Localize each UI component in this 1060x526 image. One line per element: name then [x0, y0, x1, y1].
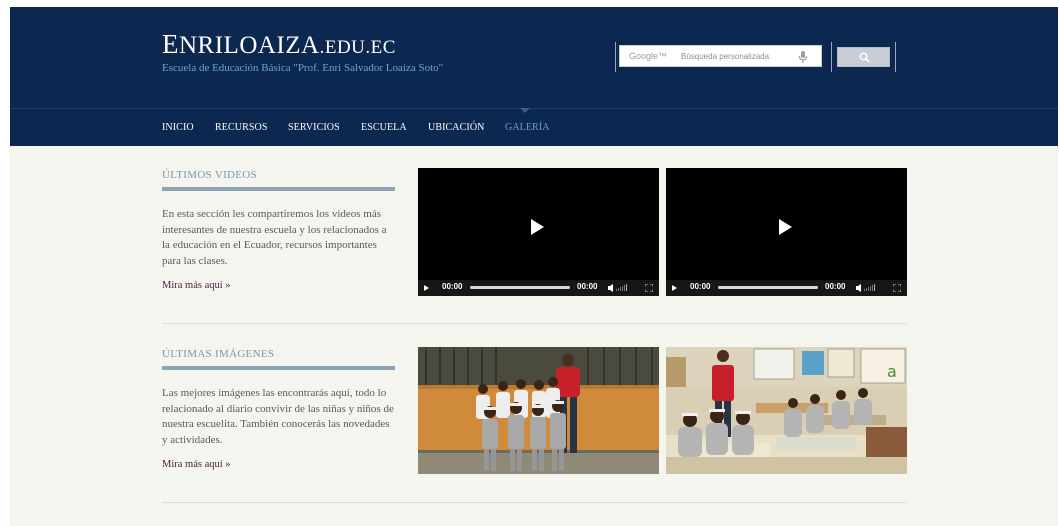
- nav-item-recursos[interactable]: RECURSOS: [215, 122, 268, 133]
- main-nav: INICIO RECURSOS SERVICIOS ESCUELA UBICAC…: [10, 108, 1058, 146]
- search-input[interactable]: [681, 49, 791, 63]
- nav-item-ubicacion[interactable]: UBICACIÓN: [428, 122, 484, 133]
- title-suffix: .EDU.EC: [319, 37, 396, 58]
- page: ENRILOAIZA.EDU.EC Escuela de Educación B…: [10, 7, 1058, 526]
- nav-item-galeria[interactable]: GALERÍA: [505, 122, 550, 133]
- gallery-image-classroom[interactable]: a: [666, 347, 907, 474]
- video-controls: 00:00 00:00: [666, 280, 907, 296]
- videos-section-rule: [162, 187, 395, 191]
- nav-item-inicio[interactable]: INICIO: [162, 122, 194, 133]
- search-field[interactable]: Google™: [619, 45, 822, 67]
- current-time: 00:00: [690, 282, 711, 291]
- play-icon[interactable]: [531, 219, 544, 235]
- progress-track[interactable]: [470, 286, 570, 289]
- video-player[interactable]: 00:00 00:00: [418, 168, 659, 296]
- progress-track[interactable]: [718, 286, 818, 289]
- site-logo-title[interactable]: ENRILOAIZA.EDU.EC: [162, 29, 396, 60]
- images-section-rule: [162, 366, 395, 370]
- nav-item-escuela[interactable]: ESCUELA: [361, 122, 407, 133]
- site-header: ENRILOAIZA.EDU.EC Escuela de Educación B…: [10, 7, 1058, 108]
- header-divider: [895, 42, 896, 72]
- nav-item-servicios[interactable]: SERVICIOS: [288, 122, 340, 133]
- current-time: 00:00: [442, 282, 463, 291]
- duration: 00:00: [825, 282, 846, 291]
- videos-section-title: ÚLTIMOS VIDEOS: [162, 169, 257, 181]
- control-play-icon[interactable]: [672, 285, 677, 291]
- volume-icon[interactable]: [608, 284, 630, 292]
- fullscreen-icon[interactable]: [645, 284, 653, 292]
- active-nav-indicator: [520, 108, 530, 113]
- header-divider: [615, 42, 616, 72]
- volume-icon[interactable]: [856, 284, 878, 292]
- duration: 00:00: [577, 282, 598, 291]
- video-player[interactable]: 00:00 00:00: [666, 168, 907, 296]
- images-more-link[interactable]: Mira más aquí »: [162, 459, 231, 470]
- title-main: NRILOAIZA: [179, 32, 320, 59]
- site-tagline: Escuela de Educación Básica "Prof. Enri …: [162, 62, 444, 74]
- section-divider: [162, 323, 907, 324]
- microphone-icon[interactable]: [797, 50, 809, 64]
- svg-text:a: a: [887, 362, 897, 381]
- header-divider: [831, 42, 832, 72]
- search-button[interactable]: [837, 47, 890, 67]
- search-icon: [859, 52, 870, 63]
- google-brand-label: Google™: [629, 51, 668, 61]
- video-controls: 00:00 00:00: [418, 280, 659, 296]
- control-play-icon[interactable]: [424, 285, 429, 291]
- videos-more-link[interactable]: Mira más aquí »: [162, 280, 231, 291]
- title-initial: E: [162, 29, 179, 59]
- play-icon[interactable]: [779, 219, 792, 235]
- videos-description: En esta sección les compartiremos los vi…: [162, 208, 387, 267]
- images-description: Las mejores imágenes las encontrarás aqu…: [162, 387, 394, 446]
- gallery-image-students-outdoor[interactable]: [418, 347, 659, 474]
- fullscreen-icon[interactable]: [893, 284, 901, 292]
- section-divider: [162, 502, 907, 503]
- images-section-title: ÚLTIMAS IMÁGENES: [162, 348, 275, 360]
